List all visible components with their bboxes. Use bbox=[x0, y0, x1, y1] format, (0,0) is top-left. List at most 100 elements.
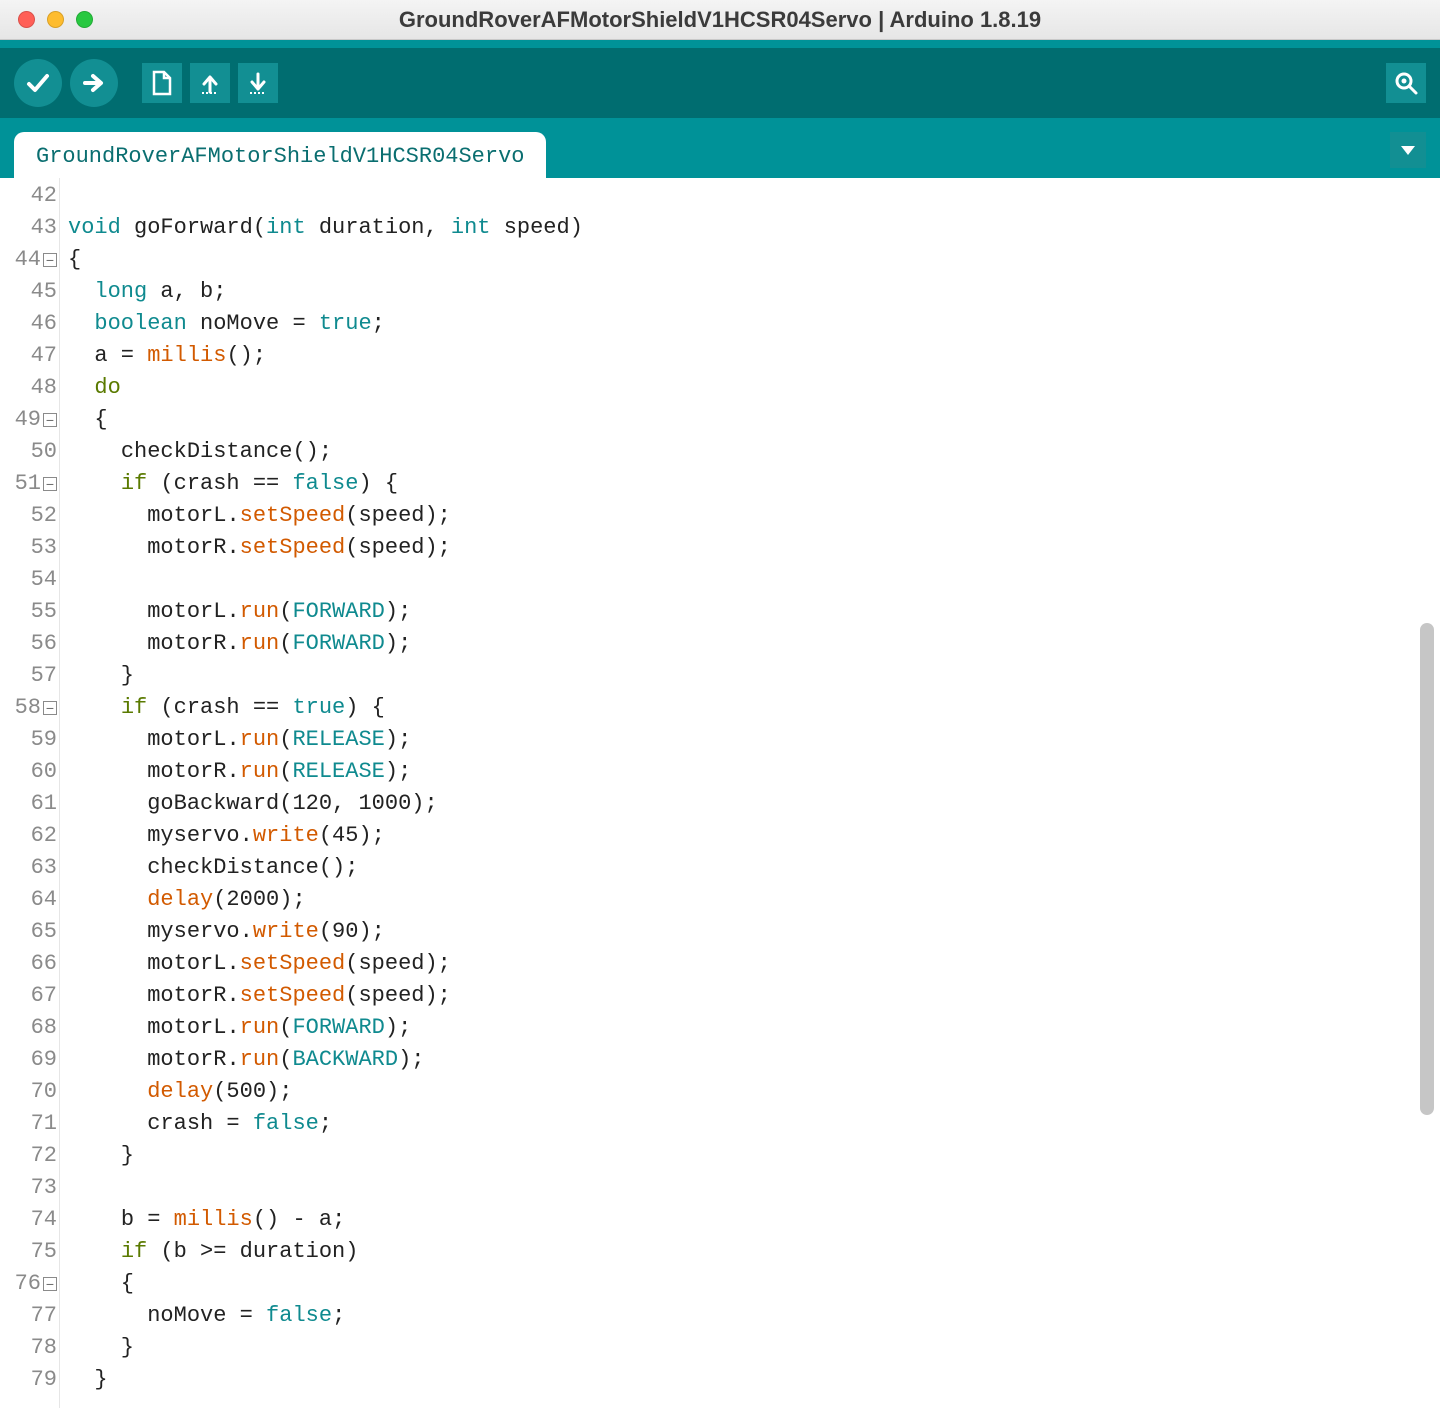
code-line[interactable]: noMove = false; bbox=[68, 1300, 1440, 1332]
line-number: 63 bbox=[0, 852, 59, 884]
fold-toggle[interactable]: − bbox=[43, 477, 57, 491]
code-line[interactable]: motorR.setSpeed(speed); bbox=[68, 532, 1440, 564]
code-line[interactable]: do bbox=[68, 372, 1440, 404]
code-line[interactable]: } bbox=[68, 1364, 1440, 1396]
code-line[interactable]: { bbox=[68, 404, 1440, 436]
code-line[interactable]: checkDistance(); bbox=[68, 852, 1440, 884]
code-area[interactable]: void goForward(int duration, int speed){… bbox=[60, 178, 1440, 1408]
arrow-down-icon bbox=[245, 70, 271, 96]
code-line[interactable]: if (crash == true) { bbox=[68, 692, 1440, 724]
close-icon[interactable] bbox=[18, 11, 35, 28]
line-number: 57 bbox=[0, 660, 59, 692]
line-number: 42 bbox=[0, 180, 59, 212]
new-sketch-button[interactable] bbox=[142, 63, 182, 103]
line-number: 44− bbox=[0, 244, 59, 276]
line-number: 60 bbox=[0, 756, 59, 788]
code-line[interactable]: b = millis() - a; bbox=[68, 1204, 1440, 1236]
line-number: 49− bbox=[0, 404, 59, 436]
accent-strip bbox=[0, 40, 1440, 48]
line-number: 66 bbox=[0, 948, 59, 980]
line-number: 62 bbox=[0, 820, 59, 852]
editor: 424344−4546474849−5051−52535455565758−59… bbox=[0, 178, 1440, 1408]
line-number: 43 bbox=[0, 212, 59, 244]
code-line[interactable]: motorL.setSpeed(speed); bbox=[68, 500, 1440, 532]
line-number: 48 bbox=[0, 372, 59, 404]
vertical-scrollbar[interactable] bbox=[1418, 180, 1436, 1410]
verify-button[interactable] bbox=[14, 59, 62, 107]
code-line[interactable]: boolean noMove = true; bbox=[68, 308, 1440, 340]
open-sketch-button[interactable] bbox=[190, 63, 230, 103]
scrollbar-thumb[interactable] bbox=[1420, 623, 1434, 1115]
tab-label: GroundRoverAFMotorShieldV1HCSR04Servo bbox=[36, 144, 524, 169]
line-number: 54 bbox=[0, 564, 59, 596]
titlebar: GroundRoverAFMotorShieldV1HCSR04Servo | … bbox=[0, 0, 1440, 40]
tab-sketch[interactable]: GroundRoverAFMotorShieldV1HCSR04Servo bbox=[14, 132, 546, 179]
code-line[interactable]: { bbox=[68, 244, 1440, 276]
code-line[interactable]: myservo.write(90); bbox=[68, 916, 1440, 948]
code-line[interactable]: void goForward(int duration, int speed) bbox=[68, 212, 1440, 244]
code-line[interactable]: motorL.run(FORWARD); bbox=[68, 1012, 1440, 1044]
minimize-icon[interactable] bbox=[47, 11, 64, 28]
line-number: 47 bbox=[0, 340, 59, 372]
line-number: 65 bbox=[0, 916, 59, 948]
line-number: 76− bbox=[0, 1268, 59, 1300]
fold-toggle[interactable]: − bbox=[43, 1277, 57, 1291]
window-title: GroundRoverAFMotorShieldV1HCSR04Servo | … bbox=[0, 7, 1440, 33]
line-number: 68 bbox=[0, 1012, 59, 1044]
line-number: 58− bbox=[0, 692, 59, 724]
arrow-up-icon bbox=[197, 70, 223, 96]
check-icon bbox=[23, 68, 53, 98]
save-sketch-button[interactable] bbox=[238, 63, 278, 103]
code-line[interactable]: delay(2000); bbox=[68, 884, 1440, 916]
magnifier-icon bbox=[1393, 70, 1419, 96]
code-line[interactable]: } bbox=[68, 1140, 1440, 1172]
code-line[interactable] bbox=[68, 180, 1440, 212]
fold-toggle[interactable]: − bbox=[43, 413, 57, 427]
code-line[interactable]: delay(500); bbox=[68, 1076, 1440, 1108]
serial-monitor-button[interactable] bbox=[1386, 63, 1426, 103]
line-number: 75 bbox=[0, 1236, 59, 1268]
code-line[interactable]: motorL.run(FORWARD); bbox=[68, 596, 1440, 628]
code-line[interactable]: motorL.setSpeed(speed); bbox=[68, 948, 1440, 980]
line-number: 53 bbox=[0, 532, 59, 564]
code-line[interactable]: } bbox=[68, 660, 1440, 692]
fold-toggle[interactable]: − bbox=[43, 701, 57, 715]
code-line[interactable]: a = millis(); bbox=[68, 340, 1440, 372]
code-line[interactable] bbox=[68, 1172, 1440, 1204]
code-line[interactable]: myservo.write(45); bbox=[68, 820, 1440, 852]
line-number: 72 bbox=[0, 1140, 59, 1172]
code-line[interactable]: checkDistance(); bbox=[68, 436, 1440, 468]
toolbar bbox=[0, 48, 1440, 118]
line-number: 69 bbox=[0, 1044, 59, 1076]
code-line[interactable]: motorR.run(RELEASE); bbox=[68, 756, 1440, 788]
code-line[interactable]: { bbox=[68, 1268, 1440, 1300]
code-line[interactable]: motorR.setSpeed(speed); bbox=[68, 980, 1440, 1012]
fold-toggle[interactable]: − bbox=[43, 253, 57, 267]
line-number: 51− bbox=[0, 468, 59, 500]
line-number: 70 bbox=[0, 1076, 59, 1108]
code-line[interactable]: if (b >= duration) bbox=[68, 1236, 1440, 1268]
window-controls bbox=[0, 11, 93, 28]
code-line[interactable]: motorL.run(RELEASE); bbox=[68, 724, 1440, 756]
code-line[interactable]: long a, b; bbox=[68, 276, 1440, 308]
line-number: 52 bbox=[0, 500, 59, 532]
code-line[interactable]: crash = false; bbox=[68, 1108, 1440, 1140]
code-line[interactable] bbox=[68, 564, 1440, 596]
zoom-icon[interactable] bbox=[76, 11, 93, 28]
line-number: 64 bbox=[0, 884, 59, 916]
code-line[interactable]: motorR.run(BACKWARD); bbox=[68, 1044, 1440, 1076]
code-line[interactable]: motorR.run(FORWARD); bbox=[68, 628, 1440, 660]
code-line[interactable]: } bbox=[68, 1332, 1440, 1364]
line-number: 79 bbox=[0, 1364, 59, 1396]
line-number: 55 bbox=[0, 596, 59, 628]
code-line[interactable]: goBackward(120, 1000); bbox=[68, 788, 1440, 820]
line-number: 56 bbox=[0, 628, 59, 660]
tab-menu-button[interactable] bbox=[1390, 132, 1426, 168]
upload-button[interactable] bbox=[70, 59, 118, 107]
line-number: 73 bbox=[0, 1172, 59, 1204]
code-line[interactable]: if (crash == false) { bbox=[68, 468, 1440, 500]
tab-bar: GroundRoverAFMotorShieldV1HCSR04Servo bbox=[0, 118, 1440, 178]
line-number: 67 bbox=[0, 980, 59, 1012]
line-number: 45 bbox=[0, 276, 59, 308]
line-number-gutter: 424344−4546474849−5051−52535455565758−59… bbox=[0, 178, 60, 1408]
